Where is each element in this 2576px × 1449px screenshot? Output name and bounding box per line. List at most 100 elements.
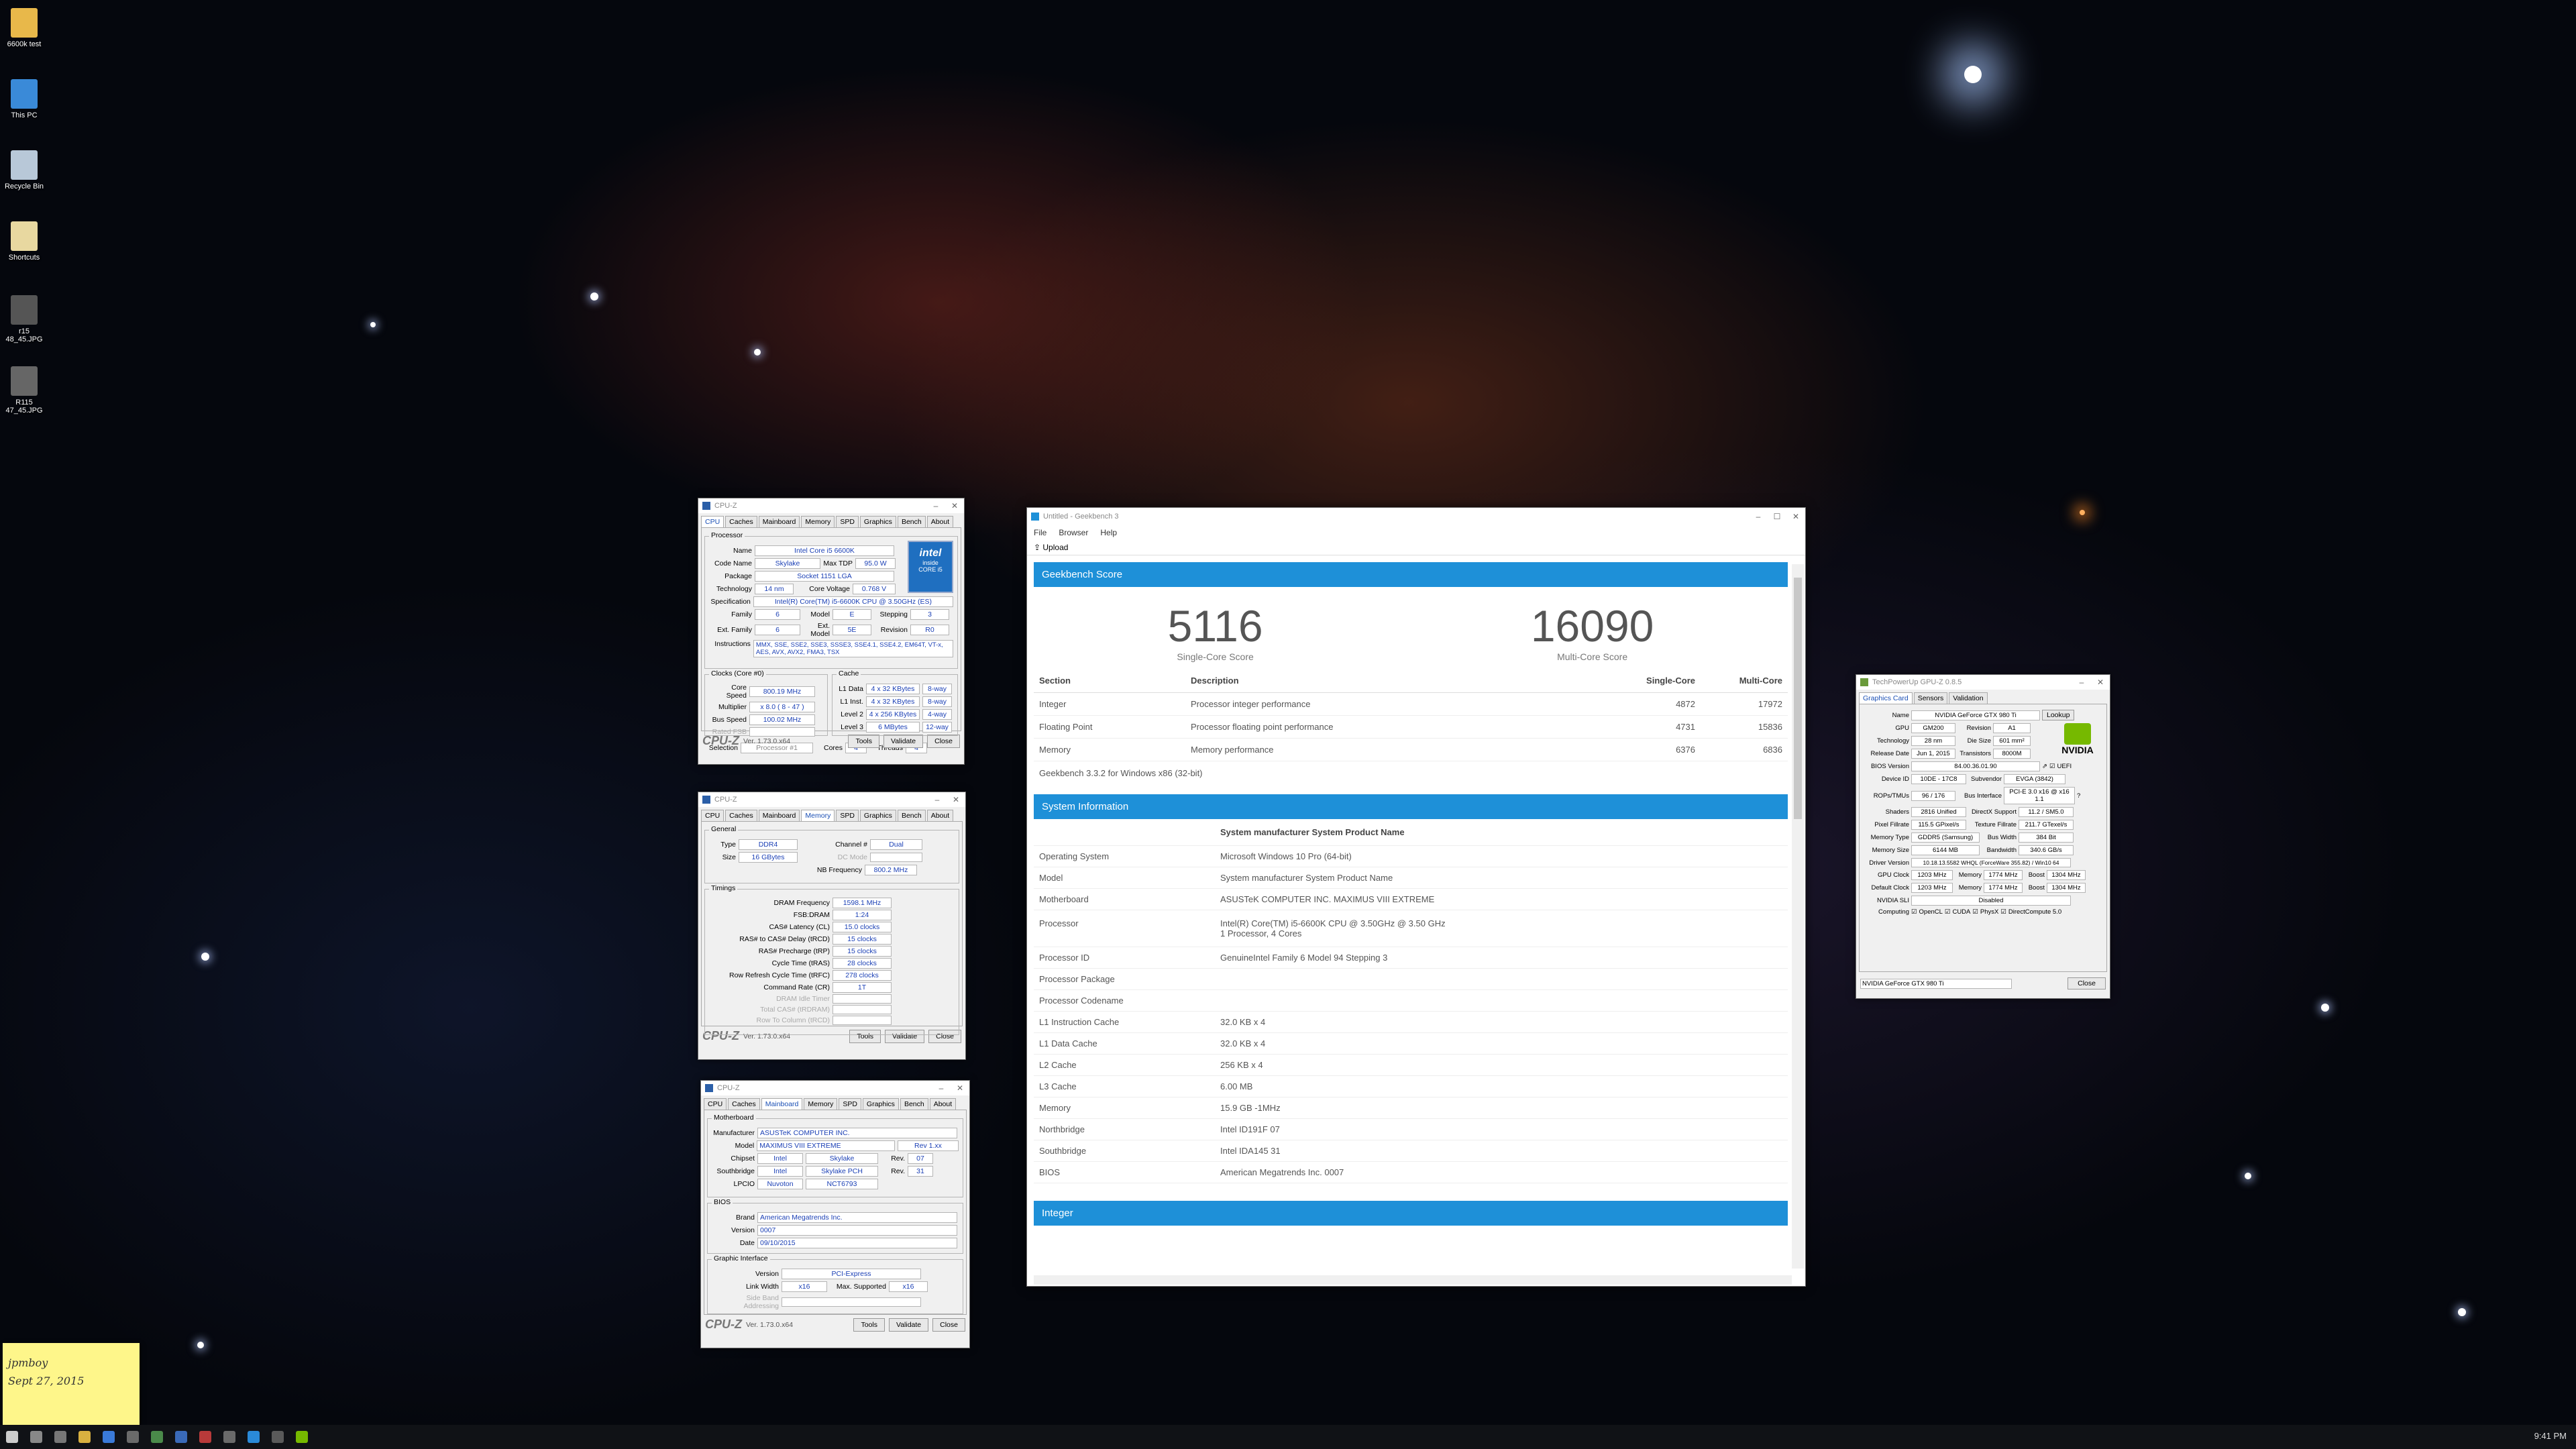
scores: 5116 Single-Core Score 16090 Multi-Core … [1034, 587, 1788, 669]
taskbar-clock[interactable]: 9:41 PM [2534, 1431, 2567, 1441]
close-button[interactable]: Close [932, 1318, 965, 1332]
menu-file[interactable]: File [1034, 528, 1046, 537]
sticky-note[interactable]: jpmboy Sept 27, 2015 [3, 1343, 140, 1425]
mainboard-panel: Motherboard Manufacturer ASUSTeK COMPUTER… [704, 1110, 967, 1315]
tab-cpu[interactable]: CPU [701, 516, 724, 527]
tools-button[interactable]: Tools [848, 734, 879, 748]
lookup-button[interactable]: Lookup [2042, 710, 2075, 720]
sysinfo-key: Model [1039, 873, 1063, 883]
help-icon[interactable]: ? [2077, 792, 2080, 800]
tab-caches[interactable]: Caches [725, 810, 757, 821]
sysinfo-row: L2 Cache 256 KB x 4 [1034, 1055, 1788, 1076]
close-icon[interactable]: ✕ [1786, 512, 1805, 521]
l3-way: 12-way [922, 722, 952, 733]
tab-about[interactable]: About [926, 810, 954, 821]
tools-button[interactable]: Tools [853, 1318, 885, 1332]
app-icon[interactable] [199, 1431, 211, 1443]
minimize-icon[interactable]: – [928, 795, 947, 804]
minimize-icon[interactable]: – [1749, 512, 1768, 521]
upload-button[interactable]: Upload [1042, 543, 1068, 552]
close-button[interactable]: Close [927, 734, 960, 748]
ratedfsb-value [749, 727, 815, 737]
tab-memory[interactable]: Memory [801, 516, 835, 527]
app-icon[interactable] [175, 1431, 187, 1443]
gpuz-taskbar-icon[interactable] [296, 1431, 308, 1443]
tab-bench[interactable]: Bench [897, 516, 926, 527]
desktop-icon-6600k-test[interactable]: 6600k test [4, 8, 44, 48]
desktop-icon-jpg-1[interactable]: r15 48_45.JPG [4, 295, 44, 343]
linkwidth-value: x16 [782, 1281, 827, 1292]
close-button[interactable]: Close [2068, 977, 2106, 989]
tab-caches[interactable]: Caches [725, 516, 757, 527]
validate-button[interactable]: Validate [888, 1318, 929, 1332]
tab-mainboard[interactable]: Mainboard [761, 1098, 803, 1110]
technology-value: 14 nm [755, 584, 794, 594]
close-icon[interactable]: ✕ [945, 501, 964, 511]
minimize-icon[interactable]: – [932, 1083, 951, 1093]
app-icon[interactable] [151, 1431, 163, 1443]
tab-bench[interactable]: Bench [900, 1098, 928, 1110]
title-bar[interactable]: CPU-Z – ✕ [698, 792, 965, 807]
file-explorer-icon[interactable] [78, 1431, 91, 1443]
title-bar[interactable]: CPU-Z – ✕ [701, 1081, 969, 1095]
close-icon[interactable]: ✕ [951, 1083, 969, 1093]
tab-about[interactable]: About [929, 1098, 957, 1110]
tab-caches[interactable]: Caches [728, 1098, 760, 1110]
tab-graphics[interactable]: Graphics [862, 1098, 899, 1110]
desktop-icon-jpg-2[interactable]: R115 47_45.JPG [4, 366, 44, 415]
menu-browser[interactable]: Browser [1059, 528, 1088, 537]
menu-help[interactable]: Help [1100, 528, 1117, 537]
desktop-icon-shortcuts[interactable]: Shortcuts [4, 221, 44, 262]
tab-mainboard[interactable]: Mainboard [758, 516, 800, 527]
minimize-icon[interactable]: – [2072, 678, 2091, 687]
tab-spd[interactable]: SPD [839, 1098, 861, 1110]
card-select[interactable]: NVIDIA GeForce GTX 980 Ti [1860, 978, 2012, 989]
tab-validation[interactable]: Validation [1949, 692, 1988, 704]
app-icon[interactable] [248, 1431, 260, 1443]
horizontal-scrollbar[interactable] [1034, 1275, 1792, 1285]
tab-about[interactable]: About [926, 516, 954, 527]
desktop-icon-this-pc[interactable]: This PC [4, 79, 44, 119]
tab-cpu[interactable]: CPU [701, 810, 724, 821]
search-icon[interactable] [30, 1431, 42, 1443]
app-icon[interactable] [272, 1431, 284, 1443]
title-bar[interactable]: CPU-Z – ✕ [698, 498, 964, 513]
minimize-icon[interactable]: – [926, 501, 945, 511]
clocks-group: Clocks (Core #0) Core Speed 800.19 MHz Mu… [704, 669, 828, 737]
tab-spd[interactable]: SPD [836, 810, 859, 821]
timing-label: Command Rate (CR) [763, 983, 830, 991]
tab-memory[interactable]: Memory [804, 1098, 838, 1110]
tab-graphics-card[interactable]: Graphics Card [1859, 692, 1913, 704]
name-value: Intel Core i5 6600K [755, 545, 894, 556]
tab-spd[interactable]: SPD [836, 516, 859, 527]
maximize-icon[interactable]: ☐ [1768, 512, 1786, 521]
tab-mainboard[interactable]: Mainboard [758, 810, 800, 821]
edge-icon[interactable] [103, 1431, 115, 1443]
tab-graphics[interactable]: Graphics [859, 810, 896, 821]
desktop-icon-recycle-bin[interactable]: Recycle Bin [4, 150, 44, 191]
tab-bench[interactable]: Bench [897, 810, 926, 821]
close-icon[interactable]: ✕ [947, 795, 965, 804]
close-icon[interactable]: ✕ [2091, 678, 2110, 687]
title-bar[interactable]: TechPowerUp GPU-Z 0.8.5 – ✕ [1856, 675, 2110, 690]
tab-memory[interactable]: Memory [801, 810, 835, 821]
start-icon[interactable] [6, 1431, 18, 1443]
validate-button[interactable]: Validate [883, 734, 924, 748]
tab-graphics[interactable]: Graphics [859, 516, 896, 527]
title-bar[interactable]: Untitled - Geekbench 3 – ☐ ✕ [1027, 508, 1805, 525]
task-view-icon[interactable] [54, 1431, 66, 1443]
app-icon[interactable] [127, 1431, 139, 1443]
sysinfo-row: Southbridge Intel IDA145 31 [1034, 1140, 1788, 1162]
score-section-header: Geekbench Score [1034, 562, 1788, 587]
tab-sensors[interactable]: Sensors [1913, 692, 1948, 704]
share-icon[interactable]: ⇗ [2042, 763, 2047, 770]
bandwidth-label: Bandwidth [1986, 847, 2017, 854]
channel-label: Channel # [835, 841, 867, 849]
instructions-value: MMX, SSE, SSE2, SSE3, SSSE3, SSE4.1, SSE… [753, 640, 953, 657]
uefi-checkbox: ☑ [2049, 763, 2055, 770]
vertical-scrollbar[interactable] [1792, 564, 1804, 1269]
dx-value: 11.2 / SM5.0 [2019, 807, 2074, 817]
scrollbar-thumb[interactable] [1794, 578, 1802, 819]
app-icon[interactable] [223, 1431, 235, 1443]
tab-cpu[interactable]: CPU [704, 1098, 727, 1110]
